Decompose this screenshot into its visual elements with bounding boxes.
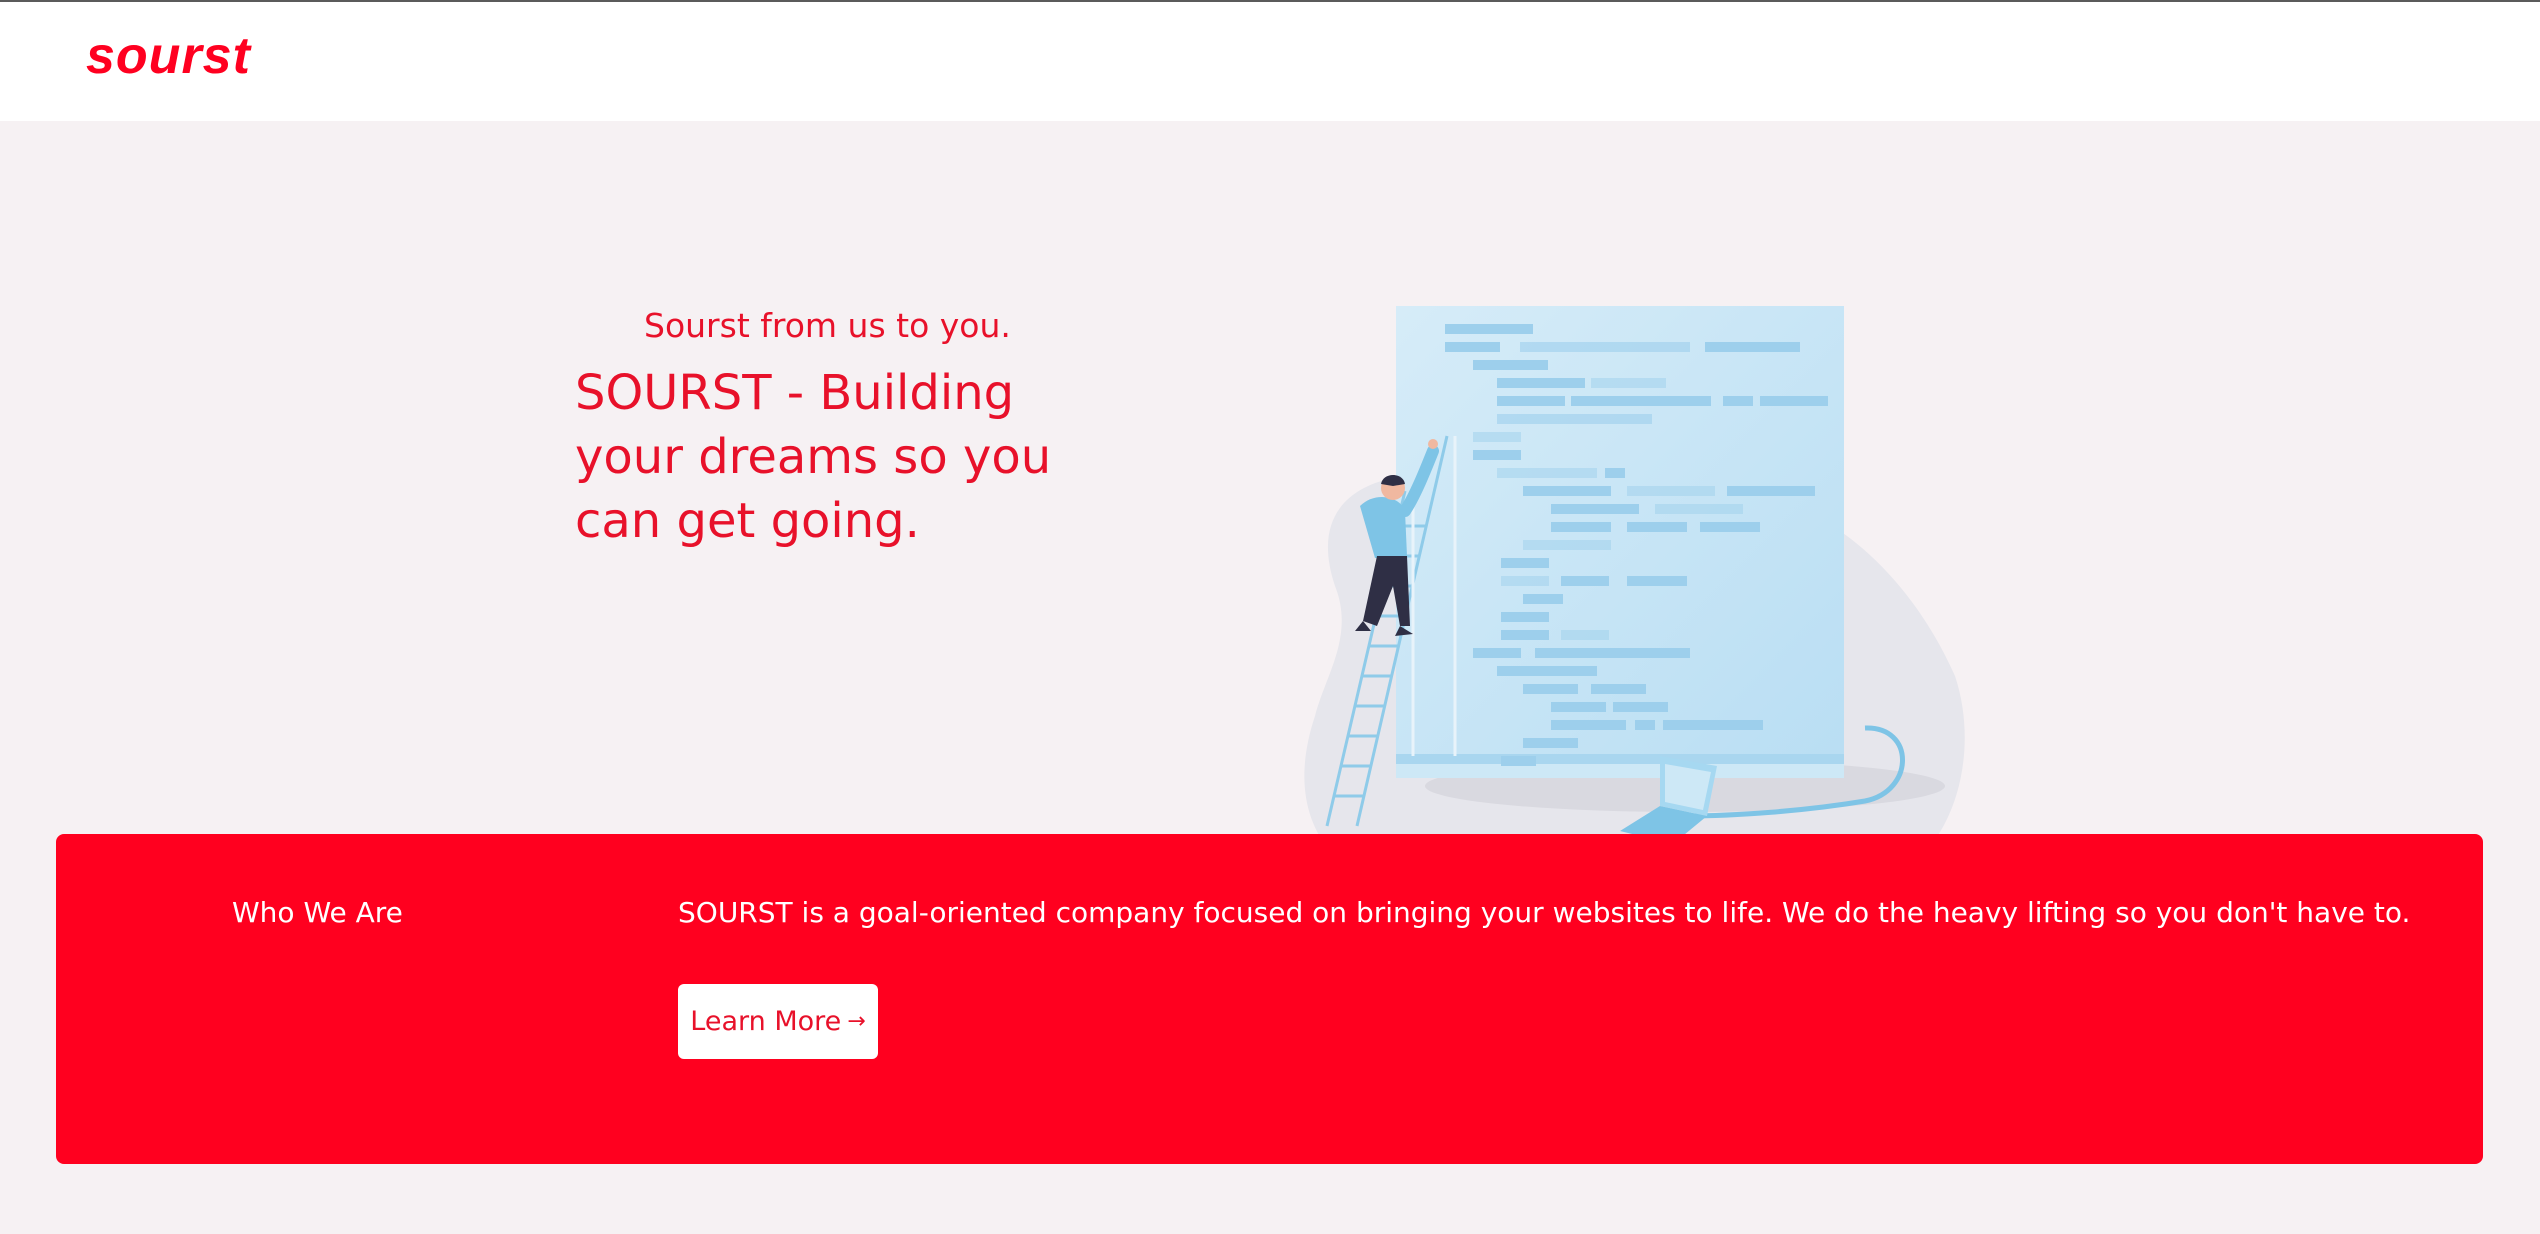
arrow-right-icon: →: [847, 1009, 866, 1034]
who-we-are-section: Who We Are SOURST is a goal-oriented com…: [56, 834, 2483, 1164]
learn-more-label: Learn More: [690, 1006, 842, 1037]
hero-illustration: [1304, 306, 1965, 896]
brand-logo[interactable]: sourst: [86, 30, 251, 82]
hero-tagline: Sourst from us to you.: [644, 306, 1011, 345]
hero-section: Sourst from us to you. SOURST - Building…: [0, 121, 2540, 896]
hero-headline: SOURST - Building your dreams so you can…: [575, 365, 1052, 549]
who-we-are-title: Who We Are: [232, 896, 403, 929]
code-screen: [1396, 306, 1844, 764]
learn-more-button[interactable]: Learn More →: [678, 984, 878, 1059]
site-header: sourst: [0, 2, 2540, 121]
who-we-are-description: SOURST is a goal-oriented company focuse…: [678, 896, 2411, 929]
